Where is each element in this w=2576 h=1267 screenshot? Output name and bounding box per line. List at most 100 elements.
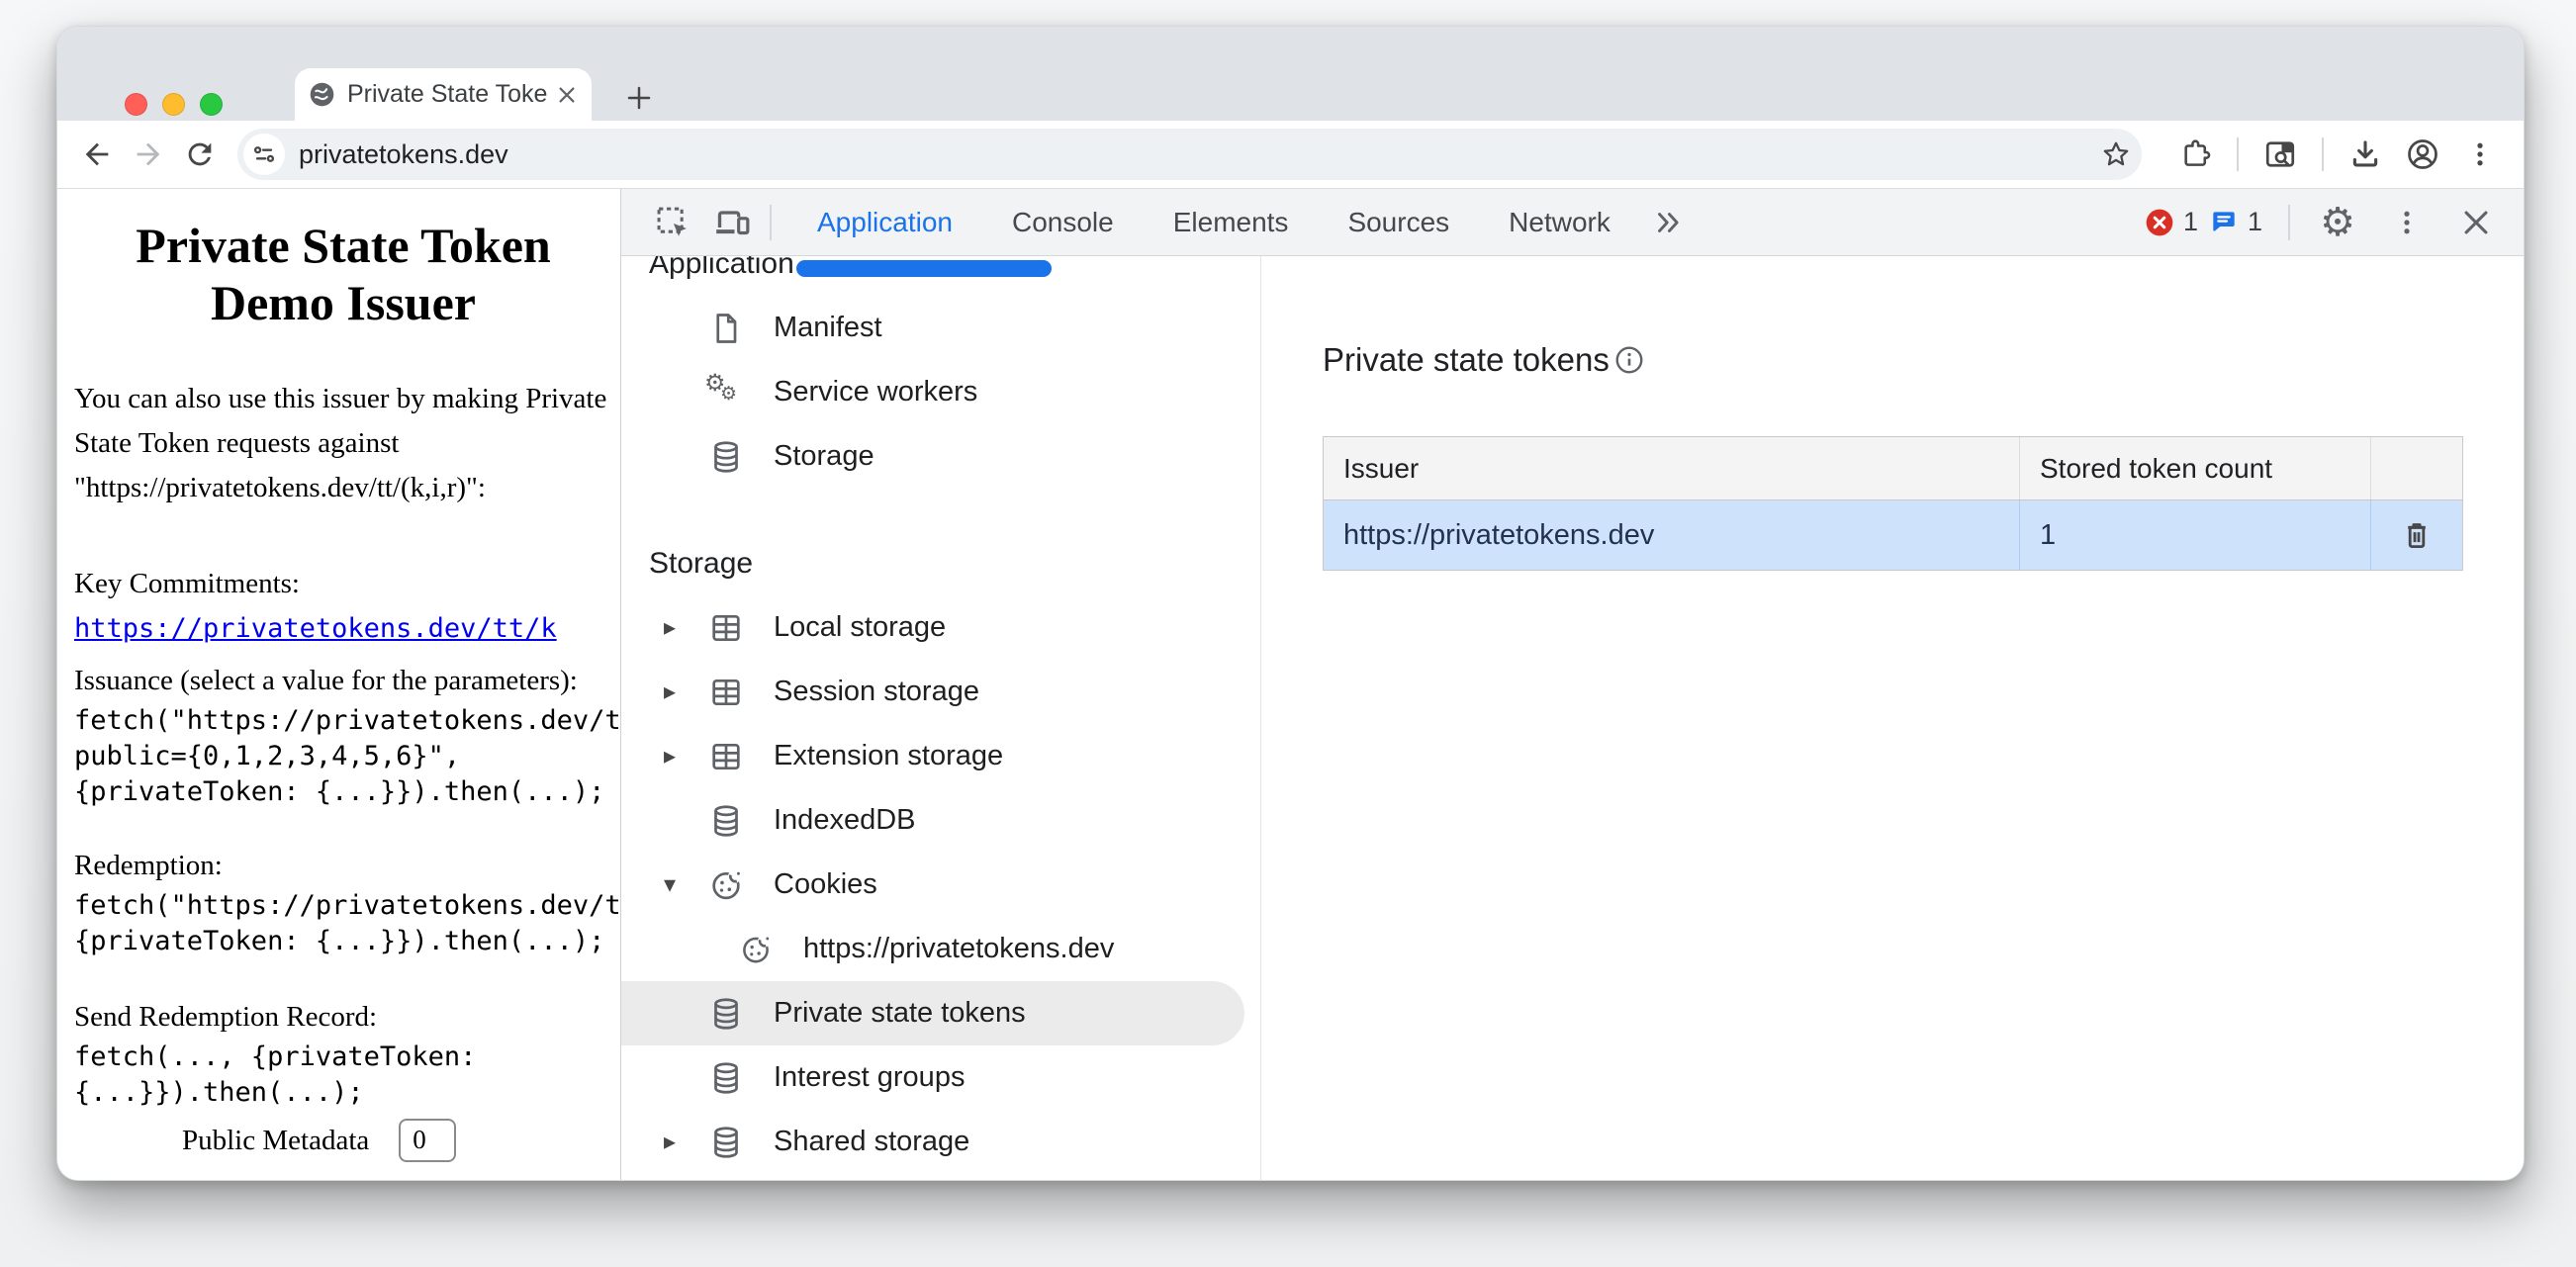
devtools-tabs: Application Console Elements Sources Net… xyxy=(787,189,1640,255)
zoom-window-button[interactable] xyxy=(200,93,223,116)
sidebar-item-extension-storage[interactable]: ▸ Extension storage xyxy=(621,724,1260,788)
send-rr-code-line: fetch(..., {privateToken: xyxy=(74,1040,620,1075)
tab-title: Private State Token Demo xyxy=(347,80,548,109)
sidebar-item-storage[interactable]: Storage xyxy=(621,424,1260,489)
gears-icon: ⚙⚙ xyxy=(706,373,746,412)
devtools-toolbar-right: 1 1 ⚙ xyxy=(2144,201,2498,244)
grid-icon xyxy=(706,673,746,712)
chevron-right-icon[interactable]: ▸ xyxy=(651,742,689,770)
close-window-button[interactable] xyxy=(125,93,147,116)
active-tab-indicator xyxy=(796,260,1052,277)
cell-stored-token-count[interactable]: 1 xyxy=(2020,500,2371,570)
sidebar-item-cookie-origin[interactable]: https://privatetokens.dev xyxy=(621,917,1260,981)
devtools-tab-sources[interactable]: Sources xyxy=(1318,189,1479,255)
cell-issuer[interactable]: https://privatetokens.dev xyxy=(1324,500,2020,570)
minimize-window-button[interactable] xyxy=(162,93,185,116)
sidebar-item-indexeddb[interactable]: IndexedDB xyxy=(621,788,1260,853)
table-row[interactable]: https://privatetokens.dev 1 xyxy=(1324,500,2462,570)
sidebar-item-interest-groups[interactable]: Interest groups xyxy=(621,1045,1260,1110)
forward-icon[interactable] xyxy=(123,129,174,180)
new-tab-button[interactable] xyxy=(619,78,659,118)
toolbar-divider xyxy=(2237,137,2239,171)
downloads-icon[interactable] xyxy=(2340,129,2391,180)
issuance-block: Issuance (select a value for the paramet… xyxy=(74,659,620,810)
tab-close-icon[interactable] xyxy=(556,84,578,106)
issuance-code-line: fetch("https://privatetokens.dev/tt/ xyxy=(74,703,620,739)
devtools-tab-application[interactable]: Application xyxy=(787,189,982,255)
back-icon[interactable] xyxy=(71,129,123,180)
database-icon xyxy=(706,437,746,477)
side-panel-search-icon[interactable] xyxy=(2254,129,2306,180)
issue-count: 1 xyxy=(2248,207,2262,237)
issues-badge[interactable]: 1 xyxy=(2208,207,2262,238)
public-metadata-row: Public Metadata 0 xyxy=(182,1119,620,1162)
redemption-block: Redemption: fetch("https://privatetokens… xyxy=(74,844,620,959)
browser-tab[interactable]: Private State Token Demo xyxy=(295,68,592,121)
sidebar-item-label: Local storage xyxy=(774,611,946,644)
chevron-right-icon[interactable]: ▸ xyxy=(651,678,689,706)
issues-icon xyxy=(2208,207,2240,238)
desktop-background: Private State Token Demo priv xyxy=(0,0,2576,1267)
devtools-tab-network[interactable]: Network xyxy=(1479,189,1640,255)
window-controls xyxy=(125,93,223,116)
application-sidebar: Application Manifest ⚙⚙ xyxy=(621,256,1261,1180)
error-badge[interactable]: 1 xyxy=(2144,207,2198,238)
sidebar-item-private-state-tokens[interactable]: Private state tokens xyxy=(621,981,1244,1045)
toolbar-divider xyxy=(2322,137,2324,171)
issuance-code-line: {privateToken: {...}}).then(...); xyxy=(74,774,620,810)
devtools-toolbar-divider xyxy=(2288,205,2290,240)
devtools-tab-elements[interactable]: Elements xyxy=(1144,189,1319,255)
devtools-menu-kebab-icon[interactable] xyxy=(2385,201,2429,244)
redemption-label: Redemption: xyxy=(74,850,223,881)
file-icon xyxy=(706,309,746,348)
sidebar-item-label: Cookies xyxy=(774,868,877,901)
key-commitments-link[interactable]: https://privatetokens.dev/tt/k xyxy=(74,613,557,644)
delete-trash-icon[interactable] xyxy=(2395,513,2438,557)
chevron-down-icon[interactable]: ▾ xyxy=(651,870,689,899)
site-settings-icon[interactable] xyxy=(243,134,285,175)
cell-actions xyxy=(2371,500,2462,570)
devtools-toolbar: Application Console Elements Sources Net… xyxy=(621,189,2524,256)
devtools-toolbar-divider xyxy=(770,205,772,240)
info-icon[interactable] xyxy=(1613,344,1645,376)
extensions-icon[interactable] xyxy=(2169,129,2221,180)
database-icon xyxy=(706,801,746,841)
database-icon xyxy=(706,1123,746,1162)
error-count: 1 xyxy=(2183,207,2198,237)
sidebar-item-cookies[interactable]: ▾ Cookies xyxy=(621,853,1260,917)
chevron-right-icon[interactable]: ▸ xyxy=(651,1128,689,1156)
column-header-issuer: Issuer xyxy=(1324,437,2020,499)
issuance-code-line: public={0,1,2,3,4,5,6}", xyxy=(74,739,620,774)
chevron-right-icon[interactable]: ▸ xyxy=(651,613,689,642)
browser-menu-kebab-icon[interactable] xyxy=(2454,129,2506,180)
sidebar-item-label: https://privatetokens.dev xyxy=(803,933,1114,965)
database-icon xyxy=(706,994,746,1034)
devtools-tab-console[interactable]: Console xyxy=(982,189,1144,255)
devtools-panel: Application Console Elements Sources Net… xyxy=(620,189,2524,1180)
device-toolbar-icon[interactable] xyxy=(710,201,754,244)
settings-gear-icon[interactable]: ⚙ xyxy=(2316,201,2359,244)
reload-icon[interactable] xyxy=(174,129,226,180)
cookie-icon xyxy=(706,865,746,905)
more-tabs-icon[interactable] xyxy=(1646,201,1690,244)
profile-icon[interactable] xyxy=(2397,129,2448,180)
inspect-element-icon[interactable] xyxy=(651,201,694,244)
sidebar-item-service-workers[interactable]: ⚙⚙ Service workers xyxy=(621,360,1260,424)
error-icon xyxy=(2144,207,2175,238)
sidebar-item-session-storage[interactable]: ▸ Session storage xyxy=(621,660,1260,724)
redemption-code-line: fetch("https://privatetokens.dev/tt/ xyxy=(74,888,620,924)
url-text[interactable]: privatetokens.dev xyxy=(299,139,2100,170)
redemption-code-line: {privateToken: {...}}).then(...); xyxy=(74,924,620,959)
key-commitments-label: Key Commitments: xyxy=(74,568,300,599)
close-devtools-icon[interactable] xyxy=(2454,201,2498,244)
globe-favicon-icon xyxy=(309,81,335,108)
sidebar-item-label: Manifest xyxy=(774,312,882,344)
public-metadata-input[interactable]: 0 xyxy=(399,1119,456,1162)
tokens-table-header: Issuer Stored token count xyxy=(1324,437,2462,500)
bookmark-star-icon[interactable] xyxy=(2100,138,2132,170)
sidebar-item-shared-storage[interactable]: ▸ Shared storage xyxy=(621,1110,1260,1174)
sidebar-item-local-storage[interactable]: ▸ Local storage xyxy=(621,595,1260,660)
sidebar-item-manifest[interactable]: Manifest xyxy=(621,296,1260,360)
sidebar-item-label: Shared storage xyxy=(774,1126,969,1158)
address-bar[interactable]: privatetokens.dev xyxy=(237,129,2142,180)
